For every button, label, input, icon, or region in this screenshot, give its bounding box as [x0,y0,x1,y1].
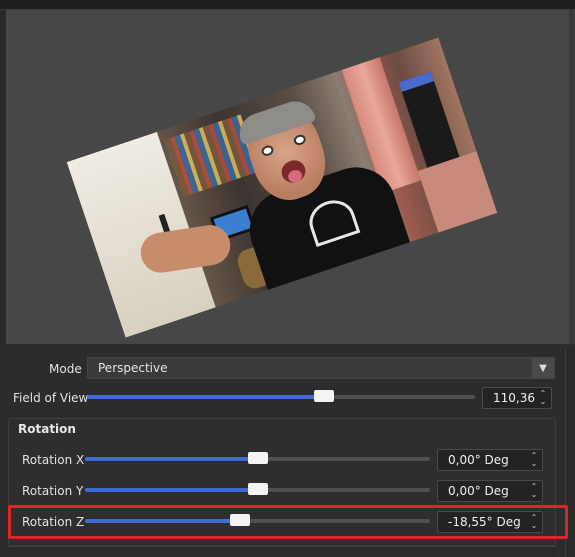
spin-arrows-icon[interactable]: ⌃ ⌄ [537,389,549,407]
field-of-view-label: Field of View [13,391,89,405]
slider-fill [87,395,324,399]
mode-dropdown[interactable]: Perspective ▼ [87,357,555,379]
spin-arrows-icon[interactable]: ⌃ ⌄ [528,482,540,500]
rotation-y-label: Rotation Y [22,484,84,498]
rotation-y-slider[interactable] [85,480,430,500]
slider-handle[interactable] [247,483,268,495]
panel-scrollbar[interactable] [565,349,575,557]
spin-arrows-icon[interactable]: ⌃ ⌄ [528,513,540,531]
rotation-z-slider[interactable] [85,511,430,531]
rotation-x-value: 0,00° Deg [448,453,509,467]
field-of-view-slider[interactable] [87,387,475,407]
field-of-view-value: 110,36 [493,391,535,405]
rotation-z-label: Rotation Z [22,515,85,529]
top-bar [0,0,575,10]
slider-handle[interactable] [313,390,334,402]
slider-handle[interactable] [229,514,250,526]
slider-fill [85,519,240,523]
rotation-z-spinbox[interactable]: -18,55° Deg ⌃ ⌄ [437,511,543,533]
spin-arrows-icon[interactable]: ⌃ ⌄ [528,451,540,469]
rotation-group-title: Rotation [18,422,76,436]
field-of-view-spinbox[interactable]: 110,36 ⌃ ⌄ [482,387,552,409]
slider-fill [85,457,258,461]
slider-handle[interactable] [247,452,268,464]
rotation-y-spinbox[interactable]: 0,00° Deg ⌃ ⌄ [437,480,543,502]
rotation-y-value: 0,00° Deg [448,484,509,498]
rotation-z-value: -18,55° Deg [448,515,521,529]
slider-fill [85,488,258,492]
chevron-down-icon[interactable]: ▼ [532,358,554,378]
panel-divider [8,546,556,557]
preview-image [66,37,498,338]
rotation-x-label: Rotation X [22,453,85,467]
preview-right-rail [569,10,575,344]
rotation-x-slider[interactable] [85,449,430,469]
mode-label: Mode [49,362,82,376]
preview-canvas[interactable] [6,10,575,344]
rotation-x-spinbox[interactable]: 0,00° Deg ⌃ ⌄ [437,449,543,471]
mode-dropdown-value: Perspective [98,361,168,375]
